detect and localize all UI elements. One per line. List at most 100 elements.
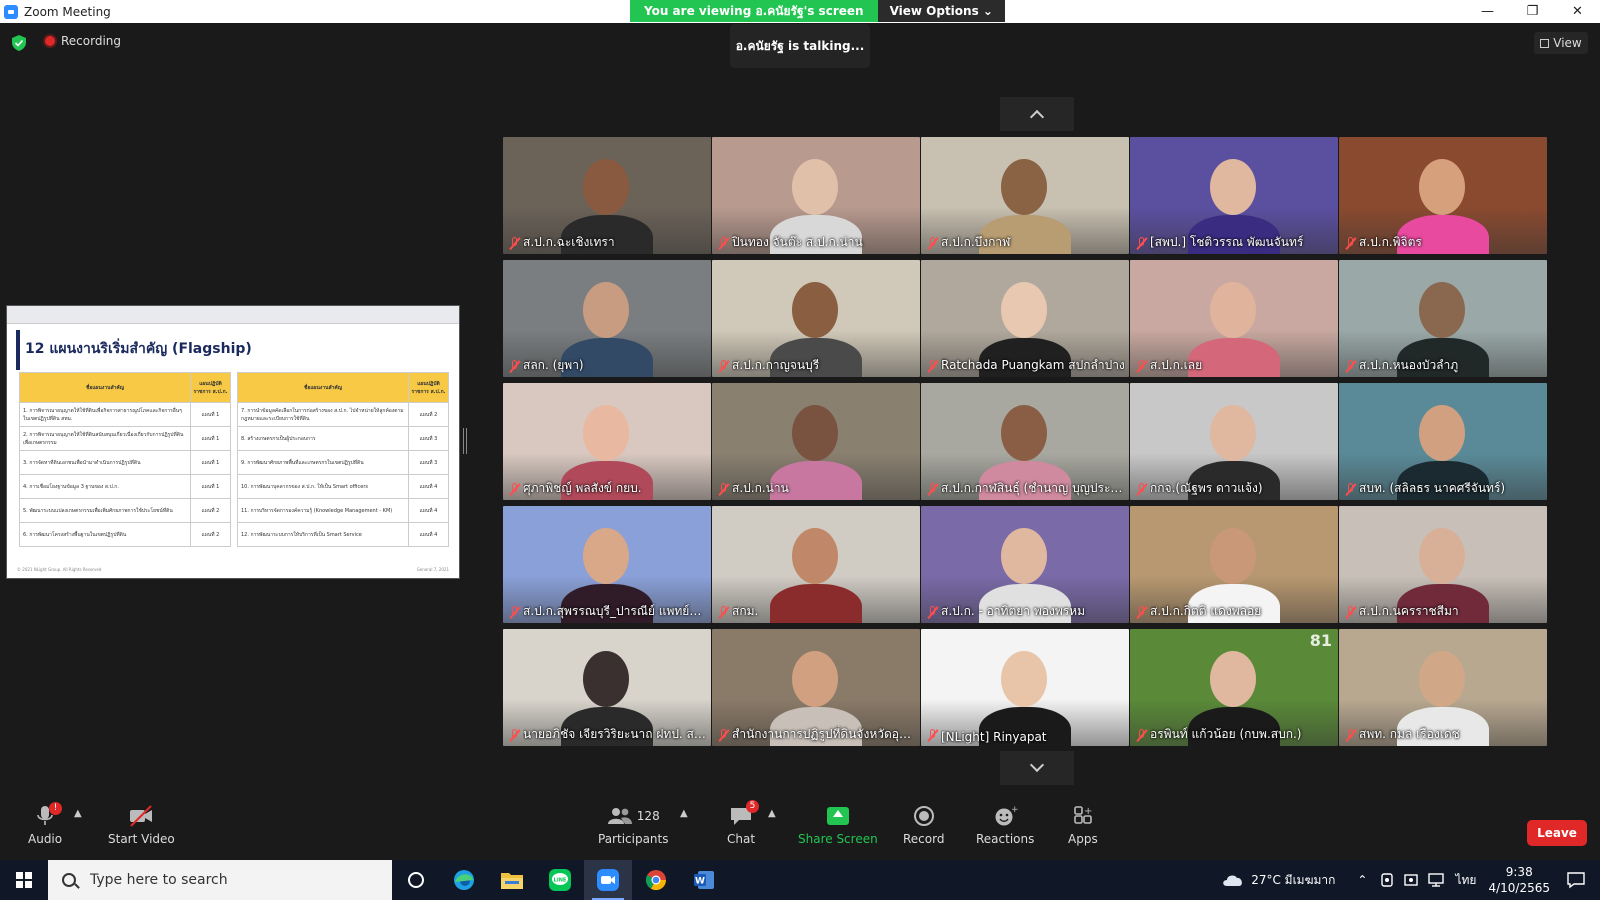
participant-name: ส.ป.ก.สุพรรณบุรี_ปารณีย์ แพทย์ปร... [523,604,707,618]
participant-tile[interactable]: ส.ป.ก.นครราชสีมา [1339,506,1547,623]
screen-capture-tray-icon[interactable] [1403,872,1419,888]
participant-tile[interactable]: สำนักงานการปฏิรูปที่ดินจังหวัดอุบล... [712,629,920,746]
apps-label: Apps [1068,832,1098,846]
participant-tile[interactable]: ส.ป.ก.กิตติ แดงพลอย [1130,506,1338,623]
participant-tile[interactable]: ส.ป.ก. - อาทิตยา พองพรหม [921,506,1129,623]
participant-video-head [1001,405,1047,461]
record-button[interactable]: Record [903,804,944,846]
participant-tile[interactable]: สบท. (สลิลธร นาคศรีจันทร์) [1339,383,1547,500]
plan-name-cell: 8. สร้างเกษตรกรเป็นผู้ประกอบการ [237,426,409,451]
plan-name-cell: 12. การพัฒนาระบบการให้บริการที่เป็น Smar… [237,522,409,547]
network-icon[interactable] [1427,872,1445,888]
start-video-button[interactable]: Start Video [108,804,175,846]
muted-mic-icon [1346,729,1355,742]
splitter-handle[interactable] [463,428,467,454]
security-shield-icon[interactable] [12,35,26,51]
start-button[interactable] [0,860,48,900]
participant-tile[interactable]: ส.ป.ก.กาฬสินธุ์ (ชำนาญ บุญประส... [921,383,1129,500]
participant-tile[interactable]: ส.ป.ก.กาญจนบุรี [712,260,920,377]
participant-name: ปินทอง จันต๊ะ ส.ป.ก.น่าน [732,235,863,249]
participant-tile[interactable]: ส.ป.ก.พิจิตร [1339,137,1547,254]
table-row: 6. การพัฒนาโครงสร้างพื้นฐานในเขตปฏิรูปที… [19,522,231,547]
participant-tile[interactable]: ส.ป.ก.บึงกาฬ [921,137,1129,254]
participant-tile[interactable]: [สพป.] โชติวรรณ พัฒนจันทร์ [1130,137,1338,254]
reactions-button[interactable]: + Reactions [976,804,1034,846]
weather-cloud-icon[interactable] [1221,872,1245,888]
participant-tile[interactable]: สพท. กมล เรืองเดช [1339,629,1547,746]
participant-tile[interactable]: ส.ป.ก.ฉะเชิงเทรา [503,137,711,254]
taskbar-line[interactable]: LINE [536,860,584,900]
participant-tile[interactable]: ส.ป.ก.น่าน [712,383,920,500]
plan-name-cell: 10. การพัฒนาบุคลากรของ ส.ป.ก. ให้เป็น Sm… [237,474,409,499]
audio-options-caret-icon[interactable]: ▲ [74,808,82,819]
audio-label: Audio [28,832,63,846]
chat-button[interactable]: 5 Chat [727,800,760,846]
participant-tile[interactable]: ศุภาพิชญ์ พลสังข์ กยบ. [503,383,711,500]
participant-tile[interactable]: ส.ป.ก.เลย [1130,260,1338,377]
audio-button[interactable]: ! Audio [28,802,63,846]
task-view-button[interactable] [392,860,440,900]
plan-name-cell: 1. การพิจารณาอนุญาตให้ใช้ที่ดินเพื่อกิจก… [19,402,191,427]
participant-tile[interactable]: สลก. (ยุพา) [503,260,711,377]
participant-tile[interactable]: กกจ.(ณัฐพร ดาวแจ้ง) [1130,383,1338,500]
muted-mic-icon [1137,237,1146,250]
minimize-button[interactable]: — [1465,0,1510,23]
gallery-next-page-button[interactable] [1000,751,1074,785]
taskbar-clock[interactable]: 9:38 4/10/2565 [1488,864,1550,896]
participant-tile[interactable]: ปินทอง จันต๊ะ ส.ป.ก.น่าน [712,137,920,254]
smiley-plus-icon: + [995,805,1019,826]
recording-indicator[interactable]: Recording [45,34,121,48]
muted-mic-icon [928,606,937,619]
participant-name: ส.ป.ก.นครราชสีมา [1359,604,1459,618]
taskbar-zoom[interactable] [584,860,632,900]
weather-text[interactable]: 27°C มีเมฆมาก [1251,871,1335,890]
viewing-screen-label: You are viewing อ.คนัยรัฐ's screen [630,0,878,22]
apps-button[interactable]: + Apps [1068,804,1098,846]
view-layout-button[interactable]: View [1534,32,1588,54]
chat-options-caret-icon[interactable]: ▲ [768,808,776,819]
participant-video-head [1001,282,1047,338]
muted-mic-icon [719,729,728,742]
participant-tile[interactable]: [NLight] Rinyapat [921,629,1129,746]
meeting-tray-icon[interactable] [1379,872,1395,888]
notifications-icon[interactable] [1566,871,1586,889]
cortana-circle-icon [408,872,424,888]
taskbar-search-placeholder: Type here to search [90,872,228,888]
close-button[interactable]: ✕ [1555,0,1600,23]
participant-video-head [792,651,838,707]
apps-icon: + [1074,806,1092,824]
taskbar-edge[interactable] [440,860,488,900]
muted-mic-icon [1346,483,1355,496]
plan-number-cell: แผนที่ 2 [408,402,449,427]
participant-tile[interactable]: ส.ป.ก.หนองบัวลำภู [1339,260,1547,377]
show-hidden-icons-chevron-icon[interactable]: ⌃ [1357,873,1367,887]
participant-tile[interactable]: 81 อรพินท์ แก้วน้อย (กบพ.สบก.) [1130,629,1338,746]
leave-meeting-button[interactable]: Leave [1527,820,1587,846]
participants-options-caret-icon[interactable]: ▲ [680,808,688,819]
participant-tile[interactable]: นายอภิชัจ เจียรวิริยะนาถ ฝทป. สกม. [503,629,711,746]
chrome-browser-icon [645,870,667,891]
input-language[interactable]: ไทย [1455,871,1476,890]
maximize-button[interactable]: ❐ [1510,0,1555,23]
participants-button[interactable]: 128 Participants [598,804,669,846]
slide-title-accent [16,330,20,370]
muted-mic-icon [1137,360,1146,373]
shared-screen[interactable]: 12 แผนงานริเริ่มสำคัญ (Flagship) ชื่อแผน… [6,305,460,579]
svg-text:+: + [1084,806,1092,817]
chat-label: Chat [727,832,756,846]
muted-mic-icon [928,237,937,250]
taskbar-chrome[interactable] [632,860,680,900]
participant-tile[interactable]: ส.ป.ก.สุพรรณบุรี_ปารณีย์ แพทย์ปร... [503,506,711,623]
participant-tile[interactable]: Ratchada Puangkam สปกลำปาง [921,260,1129,377]
taskbar-file-explorer[interactable] [488,860,536,900]
zoom-logo-icon [4,4,18,19]
participant-name: ส.ป.ก.เลย [1150,358,1203,372]
view-options-button[interactable]: View Options ⌄ [877,0,1005,22]
participant-tile[interactable]: สกม. [712,506,920,623]
share-screen-button[interactable]: Share Screen [798,804,878,846]
system-tray: 27°C มีเมฆมาก ⌃ ไทย 9:38 4/10/2565 [1221,860,1600,900]
table-header: ชื่อแผนงานสำคัญ [19,372,191,403]
taskbar-search[interactable]: Type here to search [48,860,392,900]
taskbar-word[interactable]: W [680,860,728,900]
gallery-prev-page-button[interactable] [1000,97,1074,131]
